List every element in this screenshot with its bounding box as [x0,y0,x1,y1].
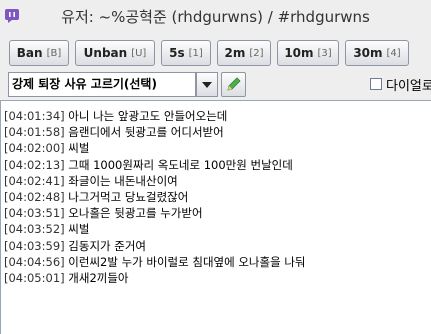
chat-log-line: [04:03:52] 씨벌 [4,221,431,237]
dialog-checkbox-label: 다이얼로 [386,79,431,94]
chat-timestamp: [04:02:00] [4,141,65,156]
timeout-5s-label: 5s [169,46,185,60]
timeout-5s-hotkey: [1] [188,47,203,59]
unban-button-label: Unban [83,46,128,60]
chat-log-line: [04:01:34] 아니 나는 앞광고도 안들어오는데 [4,108,431,124]
chat-timestamp: [04:04:56] [4,254,65,269]
chat-message: 이런씨2발 누가 바이럴로 침대옆에 오나홀을 나둬 [68,254,306,269]
timeout-2m-hotkey: [2] [249,47,264,59]
ban-button-hotkey: [B] [46,47,62,59]
user-chat-log[interactable]: [04:01:34] 아니 나는 앞광고도 안들어오는데 [04:01:58] 음… [0,100,431,334]
timeout-10m-button[interactable]: 10m [3] [277,40,339,66]
dialog-checkbox[interactable] [370,78,382,90]
chat-message: 오나홀은 뒷광고를 누가받어 [68,206,203,221]
chat-log-line: [04:01:58] 음랜디에서 뒷광고를 어디서받어 [4,124,431,140]
timeout-10m-label: 10m [284,46,314,60]
chevron-down-icon [202,82,212,88]
chat-message: 개새2끼들아 [68,270,129,285]
ban-reason-dropdown-button[interactable] [196,72,218,97]
chat-timestamp: [04:01:58] [4,125,65,140]
chat-log-line: [04:02:13] 그때 1000원짜리 옥도네로 100만원 번날인데 [4,157,431,173]
chat-timestamp: [04:02:41] [4,173,65,188]
chat-timestamp: [04:05:01] [4,270,65,285]
timeout-5s-button[interactable]: 5s [1] [161,40,211,66]
pencil-icon [227,77,241,91]
ban-button[interactable]: Ban [B] [9,40,69,66]
title-bar: 유저: ~%공혁준 (rhdgurwns) / #rhdgurwns [0,0,431,35]
chat-log-line: [04:02:48] 나그거먹고 당뇨걸렸잖어 [4,189,431,205]
chat-timestamp: [04:03:52] [4,222,65,237]
timeout-2m-button[interactable]: 2m [2] [217,40,271,66]
chat-log-line: [04:04:56] 이런씨2발 누가 바이럴로 침대옆에 오나홀을 나둬 [4,254,431,270]
chat-message: 씨벌 [68,222,90,237]
chat-log-line: [04:02:41] 좌글이는 내돈내산이여 [4,173,431,189]
chat-message: 나그거먹고 당뇨걸렸잖어 [68,189,189,204]
chat-message: 김동지가 준거여 [68,238,146,253]
unban-button-hotkey: [U] [131,47,147,59]
chat-log-line: [04:03:51] 오나홀은 뒷광고를 누가받어 [4,205,431,221]
timeout-30m-button[interactable]: 30m [4] [345,40,409,66]
ban-button-label: Ban [16,46,43,60]
chat-log-lines: [04:01:34] 아니 나는 앞광고도 안들어오는데 [04:01:58] 음… [4,108,431,286]
window-title: 유저: ~%공혁준 (rhdgurwns) / #rhdgurwns [61,8,370,26]
edit-reasons-button[interactable] [221,72,246,97]
timeout-30m-label: 30m [353,46,383,60]
chat-message: 그때 1000원짜리 옥도네로 100만원 번날인데 [68,157,293,172]
timeout-30m-hotkey: [4] [386,47,401,59]
chat-message: 음랜디에서 뒷광고를 어디서받어 [68,125,224,140]
chat-timestamp: [04:01:34] [4,109,65,123]
ban-reason-select[interactable]: 강제 퇴장 사유 고르기(선택) [8,72,196,97]
chat-timestamp: [04:02:48] [4,189,65,204]
chat-log-line: [04:05:01] 개새2끼들아 [4,270,431,286]
chat-message: 아니 나는 앞광고도 안들어오는데 [68,109,228,123]
chat-log-line: [04:03:59] 김동지가 준거여 [4,238,431,254]
timeout-2m-label: 2m [224,46,246,60]
chat-message: 좌글이는 내돈내산이여 [68,173,178,188]
chat-timestamp: [04:02:13] [4,157,65,172]
chat-message: 씨벌 [68,141,90,156]
unban-button[interactable]: Unban [U] [75,40,155,66]
chat-log-line: [04:02:00] 씨벌 [4,140,431,156]
chat-timestamp: [04:03:51] [4,206,65,221]
chat-timestamp: [04:03:59] [4,238,65,253]
timeout-10m-hotkey: [3] [317,47,332,59]
